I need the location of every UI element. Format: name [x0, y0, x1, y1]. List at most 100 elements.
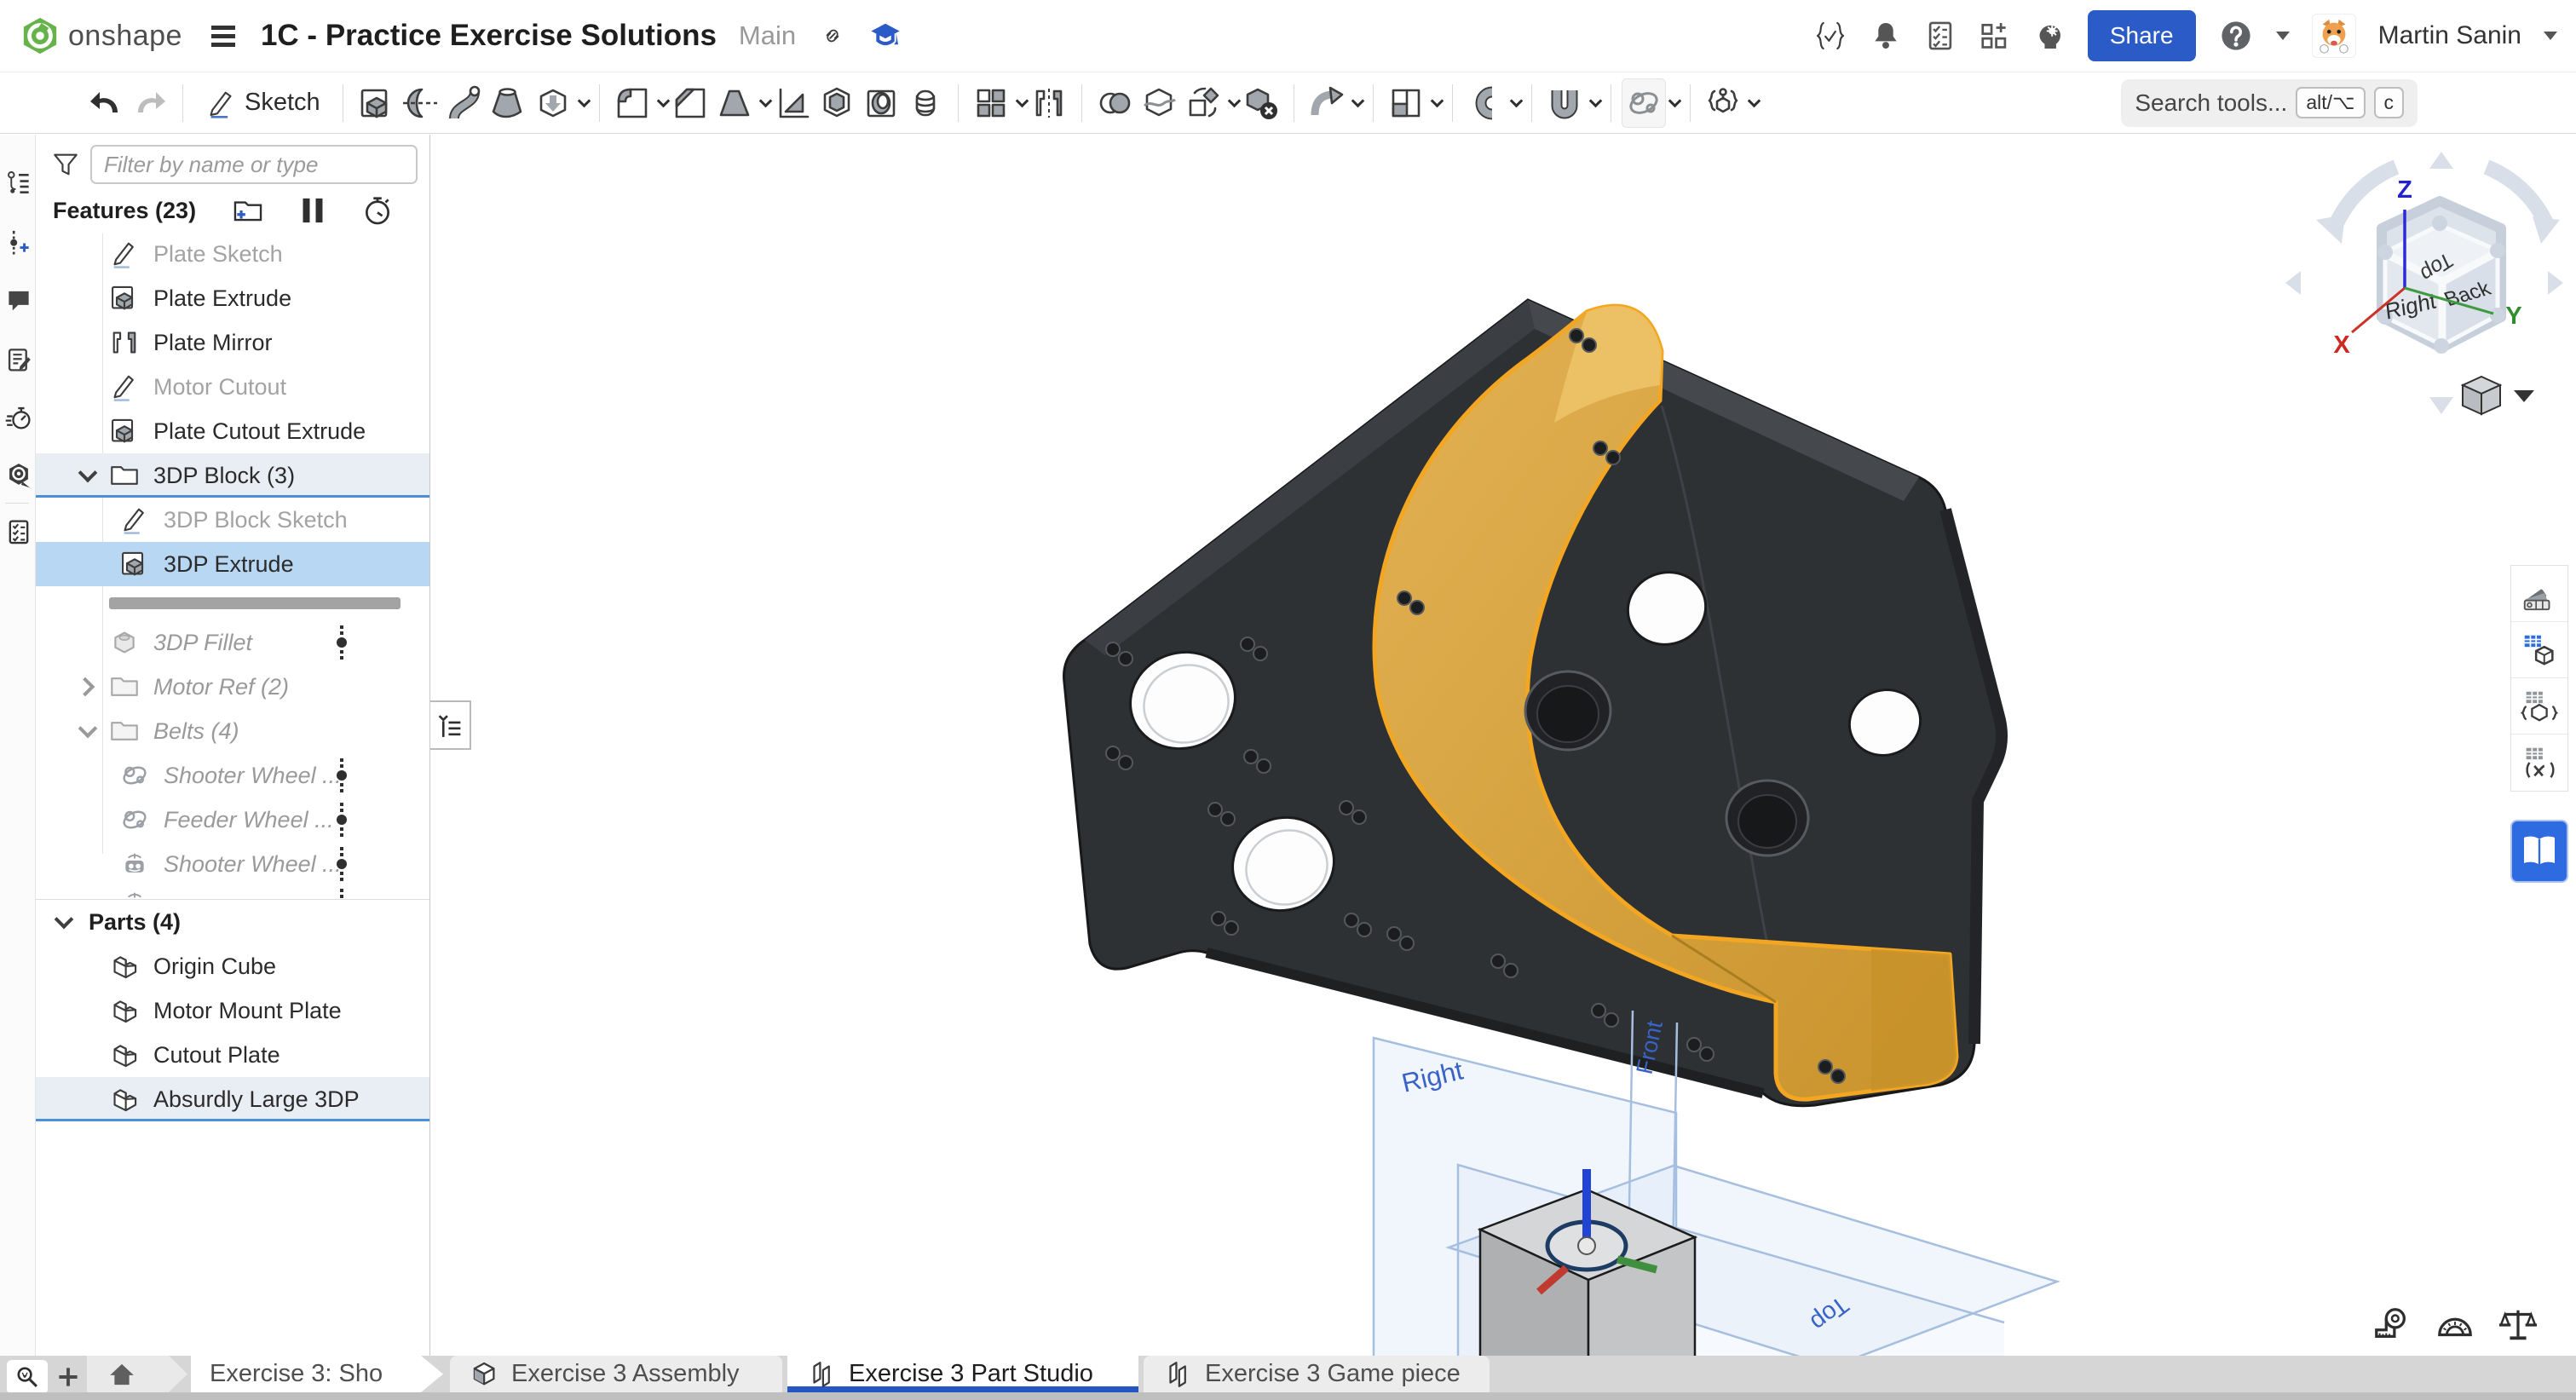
fillet-button[interactable]	[610, 78, 654, 128]
performance-button[interactable]	[3, 402, 34, 433]
notes-button[interactable]	[3, 344, 34, 375]
appearance-panel-button[interactable]	[2511, 566, 2567, 622]
chamfer-button[interactable]	[668, 78, 712, 128]
view-cube[interactable]: Top Right Back Z X Y	[2285, 152, 2563, 414]
parts-section-header[interactable]: Parts (4)	[36, 900, 429, 944]
feature-filter-input[interactable]	[90, 145, 418, 184]
help-menu-chevron-icon[interactable]	[2276, 32, 2290, 40]
checklist-panel-button[interactable]	[3, 516, 34, 547]
feature-row-clipped[interactable]	[36, 886, 429, 899]
ai-advisor-icon[interactable]	[2033, 20, 2066, 52]
feature-row-3dp-block-sketch[interactable]: 3DP Block Sketch	[36, 498, 429, 542]
feature-list-panel-button[interactable]	[3, 167, 34, 198]
part-row-origin-cube[interactable]: Origin Cube	[36, 944, 429, 988]
tab-exercise-3-part-studio[interactable]: Exercise 3 Part Studio	[787, 1356, 1138, 1392]
help-icon[interactable]	[2218, 18, 2254, 54]
featurescript-tables-button[interactable]	[2511, 678, 2567, 735]
tab-exercise-3-assembly[interactable]: Exercise 3 Assembly	[450, 1356, 782, 1392]
part-row-cutout-plate[interactable]: Cutout Plate	[36, 1033, 429, 1077]
custom-feature-menu-chevron-icon[interactable]	[1747, 94, 1761, 107]
shell-button[interactable]	[815, 78, 859, 128]
learning-center-button[interactable]	[3, 460, 34, 491]
feature-row-shooter-wheel-custom[interactable]: Shooter Wheel ...	[36, 842, 429, 886]
user-avatar[interactable]	[2312, 14, 2356, 58]
revolve-button[interactable]	[398, 78, 442, 128]
feature-row-feeder-wheel-belt[interactable]: Feeder Wheel ...	[36, 798, 429, 842]
feature-row-plate-sketch[interactable]: Plate Sketch	[36, 232, 429, 276]
measure-angle-icon[interactable]	[2435, 1305, 2475, 1345]
feature-row-3dp-block-folder[interactable]: 3DP Block (3)	[36, 453, 429, 498]
belt-button[interactable]	[1622, 78, 1666, 128]
feature-row-plate-extrude[interactable]: Plate Extrude	[36, 276, 429, 320]
chevron-down-icon[interactable]	[78, 463, 98, 482]
new-folder-button[interactable]	[232, 194, 264, 227]
undo-button[interactable]	[84, 78, 128, 128]
projected-curve-button[interactable]	[1542, 78, 1587, 128]
loft-button[interactable]	[487, 78, 531, 128]
split-button[interactable]	[1137, 78, 1181, 128]
user-name[interactable]: Martin Sanin	[2378, 21, 2521, 50]
feature-row-3dp-extrude[interactable]: 3DP Extrude	[36, 542, 429, 586]
custom-feature-button[interactable]	[1701, 78, 1745, 128]
modify-fillet-menu-chevron-icon[interactable]	[1351, 94, 1364, 107]
part-row-motor-mount-plate[interactable]: Motor Mount Plate	[36, 988, 429, 1033]
extrude-button[interactable]	[354, 78, 398, 128]
rib-button[interactable]	[770, 78, 815, 128]
suppressed-indicator-icon[interactable]	[336, 625, 348, 660]
user-menu-chevron-icon[interactable]	[2544, 32, 2557, 40]
share-link-icon[interactable]	[818, 21, 847, 50]
plane-button[interactable]	[1384, 78, 1428, 128]
feature-row-belts-folder[interactable]: Belts (4)	[36, 709, 429, 753]
redo-button[interactable]	[128, 78, 172, 128]
view-options-button[interactable]	[2463, 377, 2534, 414]
suppress-pause-button[interactable]	[300, 196, 326, 225]
custom-tables-button[interactable]	[2511, 622, 2567, 678]
feature-row-3dp-fillet[interactable]: 3DP Fillet	[36, 620, 429, 665]
modify-fillet-button[interactable]	[1305, 78, 1349, 128]
share-button[interactable]: Share	[2088, 10, 2196, 61]
feature-row-motor-ref-folder[interactable]: Motor Ref (2)	[36, 665, 429, 709]
sketch-button[interactable]: Sketch	[193, 78, 332, 128]
mass-properties-icon[interactable]	[2498, 1305, 2539, 1345]
delete-part-button[interactable]	[1239, 78, 1283, 128]
hole-button[interactable]	[859, 78, 903, 128]
chevron-down-icon[interactable]	[55, 909, 74, 929]
filter-funnel-icon[interactable]	[51, 150, 80, 179]
thicken-button[interactable]	[531, 78, 575, 128]
circular-pattern-button[interactable]	[969, 78, 1013, 128]
notifications-bell-icon[interactable]	[1870, 20, 1902, 52]
suppressed-indicator-icon[interactable]	[336, 758, 348, 793]
suppressed-indicator-icon[interactable]	[336, 846, 348, 882]
plane-menu-chevron-icon[interactable]	[1430, 94, 1444, 107]
home-tab-segment[interactable]	[87, 1356, 187, 1392]
chevron-down-icon[interactable]	[78, 718, 98, 738]
projected-curve-menu-chevron-icon[interactable]	[1588, 94, 1602, 107]
tab-exercise-3-game-piece[interactable]: Exercise 3 Game piece	[1144, 1356, 1490, 1392]
bridging-curve-menu-chevron-icon[interactable]	[1509, 94, 1523, 107]
draft-button[interactable]	[712, 78, 757, 128]
mirror-button[interactable]	[1027, 78, 1071, 128]
transform-button[interactable]	[1181, 78, 1225, 128]
workspace-branch[interactable]: Main	[739, 20, 796, 51]
feature-row-plate-mirror[interactable]: Plate Mirror	[36, 320, 429, 365]
document-menu-icon[interactable]	[208, 20, 239, 51]
boolean-button[interactable]	[1092, 78, 1137, 128]
part-row-absurdly-large-3dp[interactable]: Absurdly Large 3DP	[36, 1077, 429, 1121]
variables-table-button[interactable]	[2511, 735, 2567, 791]
feature-row-plate-cutout-extrude[interactable]: Plate Cutout Extrude	[36, 409, 429, 453]
thicken-menu-chevron-icon[interactable]	[577, 94, 591, 107]
suppressed-indicator-icon[interactable]	[336, 802, 348, 838]
search-tools-button[interactable]: Search tools... alt/⌥ c	[2121, 79, 2418, 127]
feature-row-shooter-wheel-belt[interactable]: Shooter Wheel ...	[36, 753, 429, 798]
search-tabs-button[interactable]	[7, 1360, 48, 1394]
app-store-icon[interactable]	[1979, 20, 2011, 52]
chevron-right-icon[interactable]	[76, 677, 95, 697]
linear-pattern-button[interactable]	[903, 78, 948, 128]
feature-row-motor-cutout[interactable]: Motor Cutout	[36, 365, 429, 409]
collapse-feature-panel-button[interactable]	[430, 700, 471, 750]
tab-exercise-3-shooter[interactable]: Exercise 3: Sho	[191, 1356, 443, 1392]
versions-history-button[interactable]	[3, 227, 34, 257]
add-tab-button[interactable]	[53, 1363, 84, 1391]
measure-tape-icon[interactable]	[2371, 1305, 2412, 1345]
documentation-panel-button[interactable]	[2510, 820, 2568, 883]
